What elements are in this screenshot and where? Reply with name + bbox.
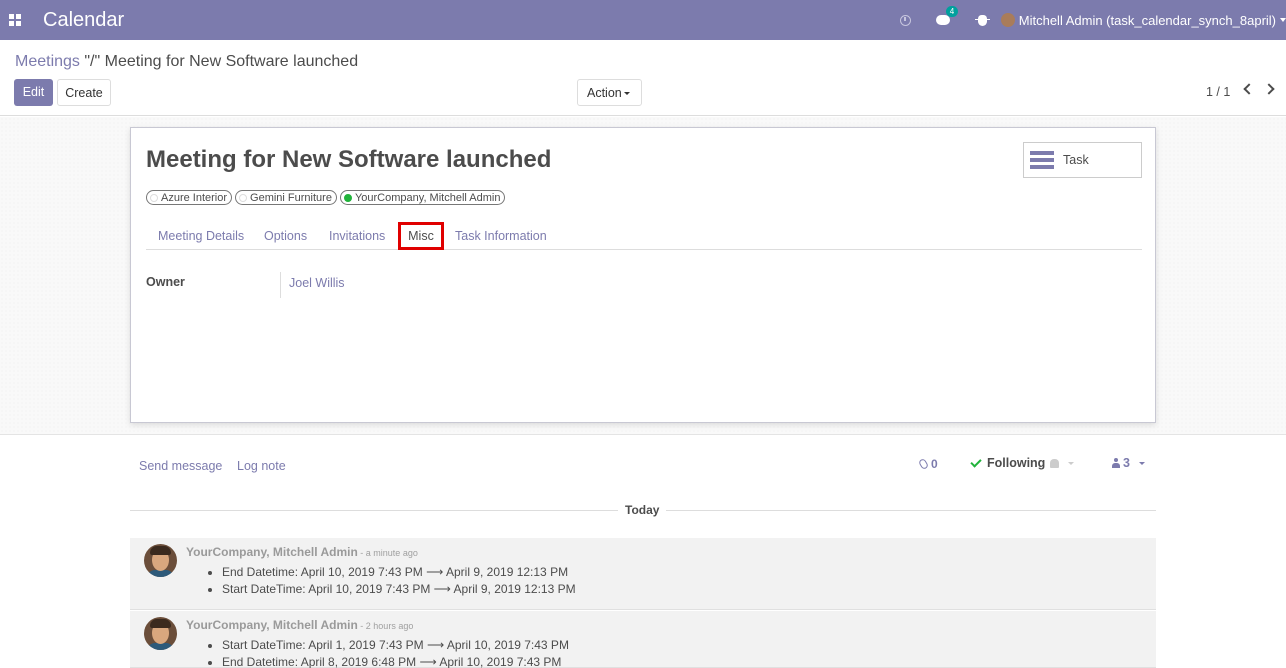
send-message-button[interactable]: Send message	[139, 459, 222, 473]
author-name[interactable]: YourCompany, Mitchell Admin	[186, 618, 358, 632]
tracking-value: End Datetime: April 10, 2019 7:43 PM ⟶ A…	[222, 564, 576, 581]
create-button[interactable]: Create	[57, 79, 111, 106]
followers-button[interactable]: 3	[1112, 456, 1145, 470]
check-icon	[970, 455, 982, 468]
date-separator-label: Today	[618, 503, 667, 517]
tab-task-information[interactable]: Task Information	[455, 229, 547, 243]
tracking-changes: Start DateTime: April 1, 2019 7:43 PM ⟶ …	[222, 637, 569, 668]
log-note-button[interactable]: Log note	[237, 459, 286, 473]
debug-bug-icon[interactable]	[962, 0, 1001, 40]
status-dot-icon	[239, 193, 248, 202]
chevron-down-icon	[1280, 18, 1286, 22]
following-label: Following	[987, 456, 1046, 470]
action-label: Action	[587, 86, 622, 100]
author-name[interactable]: YourCompany, Mitchell Admin	[186, 545, 358, 559]
user-name: Mitchell Admin (task_calendar_synch_8apr…	[1018, 12, 1276, 28]
field-divider	[280, 272, 281, 298]
author-avatar[interactable]	[144, 544, 177, 577]
user-menu[interactable]: Mitchell Admin (task_calendar_synch_8apr…	[1000, 0, 1286, 40]
edit-button[interactable]: Edit	[14, 79, 53, 106]
paperclip-icon	[917, 457, 930, 471]
pager-value: 1 / 1	[1206, 85, 1231, 99]
attachments-count: 0	[931, 457, 938, 471]
message-time: - 2 hours ago	[357, 621, 414, 631]
bell-icon	[1050, 458, 1060, 468]
task-smart-button-label: Task	[1063, 153, 1089, 167]
pager-previous-icon[interactable]	[1241, 82, 1255, 96]
owner-label: Owner	[146, 275, 185, 289]
following-button[interactable]: Following	[970, 455, 1075, 470]
tracking-changes: End Datetime: April 10, 2019 7:43 PM ⟶ A…	[222, 564, 576, 598]
status-dot-icon	[343, 193, 352, 202]
top-navbar: Calendar 4 Mitchell Admin (task_calendar…	[0, 0, 1286, 40]
tab-options[interactable]: Options	[264, 229, 307, 243]
chatter-message: YourCompany, Mitchell Admin - 2 hours ag…	[130, 611, 1156, 668]
chatter-message: YourCompany, Mitchell Admin - a minute a…	[130, 538, 1156, 610]
message-author: YourCompany, Mitchell Admin - 2 hours ag…	[186, 618, 413, 632]
caret-down-icon	[624, 92, 630, 95]
message-author: YourCompany, Mitchell Admin - a minute a…	[186, 545, 418, 559]
caret-down-icon[interactable]	[1068, 461, 1075, 465]
message-time: - a minute ago	[357, 548, 418, 558]
tracking-value: Start DateTime: April 10, 2019 7:43 PM ⟶…	[222, 581, 576, 598]
breadcrumb-current: Meeting for New Software launched	[104, 53, 359, 70]
user-avatar	[1000, 13, 1015, 27]
status-dot-icon	[150, 193, 158, 202]
owner-value-link[interactable]: Joel Willis	[289, 276, 345, 290]
pager-next-icon[interactable]	[1263, 82, 1279, 96]
chat-badge: 4	[945, 6, 959, 17]
messaging-chat-icon[interactable]: 4	[922, 0, 962, 40]
breadcrumb-separator: "/"	[79, 53, 105, 70]
attendee-tag-label: Gemini Furniture	[250, 191, 332, 204]
control-panel: Meetings "/" Meeting for New Software la…	[0, 40, 1286, 116]
attendee-tag-label: Azure Interior	[161, 191, 228, 204]
tracking-value: Start DateTime: April 1, 2019 7:43 PM ⟶ …	[222, 637, 569, 654]
breadcrumb-meetings[interactable]: Meetings	[15, 53, 80, 70]
action-dropdown[interactable]: Action	[577, 79, 642, 106]
record-title: Meeting for New Software launched	[146, 146, 552, 173]
notebook-tabs: Meeting Details Options Invitations Misc…	[146, 222, 1142, 250]
attendee-tag-label: YourCompany, Mitchell Admin	[354, 191, 501, 204]
activity-clock-icon[interactable]	[889, 0, 922, 40]
caret-down-icon	[1138, 461, 1145, 465]
app-title[interactable]: Calendar	[43, 9, 124, 32]
breadcrumb: Meetings "/" Meeting for New Software la…	[15, 53, 358, 71]
tab-misc[interactable]: Misc	[398, 222, 444, 250]
tab-meeting-details[interactable]: Meeting Details	[158, 229, 244, 243]
user-icon	[1112, 458, 1120, 468]
tracking-value: End Datetime: April 8, 2019 6:48 PM ⟶ Ap…	[222, 654, 569, 668]
attachments-button[interactable]: 0	[917, 457, 938, 471]
task-smart-button[interactable]: Task	[1023, 142, 1142, 178]
author-avatar[interactable]	[144, 617, 177, 650]
tab-invitations[interactable]: Invitations	[329, 229, 385, 243]
form-sheet: Meeting for New Software launched Task A…	[130, 127, 1156, 423]
attendee-tag[interactable]: YourCompany, Mitchell Admin	[339, 190, 506, 205]
followers-count: 3	[1123, 456, 1130, 470]
attendee-tags: Azure Interior Gemini Furniture YourComp…	[146, 190, 506, 205]
attendee-tag[interactable]: Gemini Furniture	[235, 190, 337, 205]
tasks-icon	[1030, 151, 1054, 169]
attendee-tag[interactable]: Azure Interior	[146, 190, 233, 205]
apps-menu-icon[interactable]	[0, 0, 30, 40]
